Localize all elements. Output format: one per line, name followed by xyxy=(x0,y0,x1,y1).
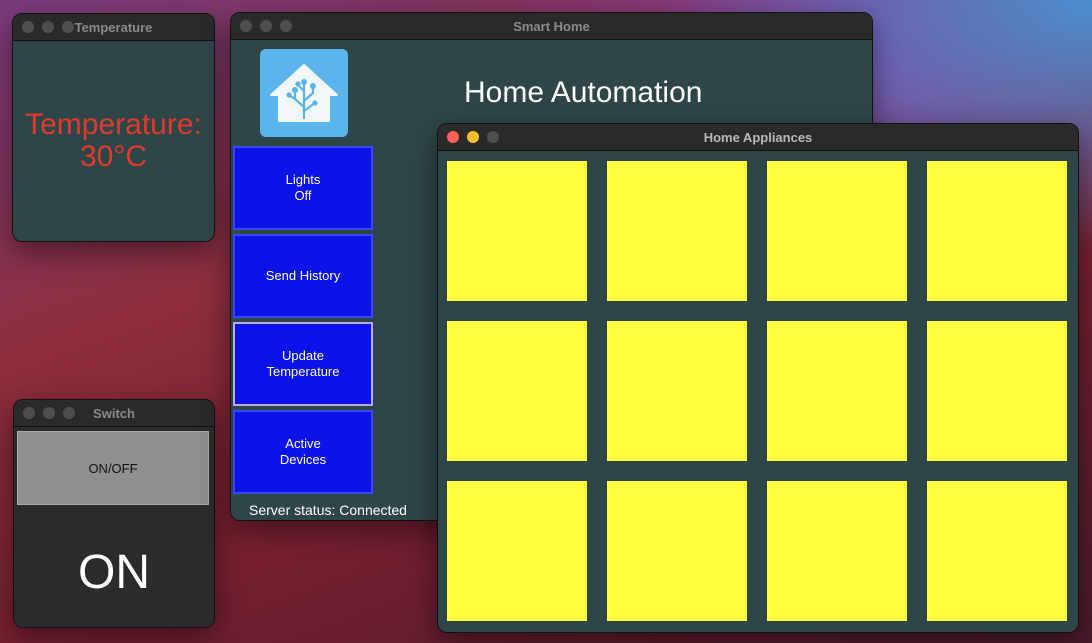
appliance-tile[interactable] xyxy=(447,161,587,301)
switch-content: ON/OFF ON xyxy=(14,427,214,627)
lights-toggle-button[interactable]: Lights Off xyxy=(233,146,373,230)
appliance-tile[interactable] xyxy=(447,321,587,461)
appliance-tile[interactable] xyxy=(767,321,907,461)
zoom-icon[interactable] xyxy=(63,407,75,419)
server-status: Server status: Connected xyxy=(249,502,407,518)
appliance-tile[interactable] xyxy=(607,161,747,301)
window-controls xyxy=(240,13,292,39)
update-temperature-button[interactable]: Update Temperature xyxy=(233,322,373,406)
close-icon[interactable] xyxy=(23,407,35,419)
active-devices-button[interactable]: Active Devices xyxy=(233,410,373,494)
minimize-icon[interactable] xyxy=(43,407,55,419)
window-title: Temperature xyxy=(74,19,153,35)
minimize-icon[interactable] xyxy=(260,20,272,32)
appliance-tile[interactable] xyxy=(927,321,1067,461)
page-title: Home Automation xyxy=(464,76,703,109)
zoom-icon[interactable] xyxy=(62,21,74,33)
appliance-tile[interactable] xyxy=(927,481,1067,621)
on-off-button[interactable]: ON/OFF xyxy=(17,431,209,505)
home-appliances-window: Home Appliances xyxy=(437,123,1079,633)
appliance-tile[interactable] xyxy=(447,481,587,621)
appliance-tile[interactable] xyxy=(607,321,747,461)
close-icon[interactable] xyxy=(447,131,459,143)
send-history-button[interactable]: Send History xyxy=(233,234,373,318)
zoom-icon[interactable] xyxy=(280,20,292,32)
minimize-icon[interactable] xyxy=(42,21,54,33)
window-controls xyxy=(23,400,75,426)
appliance-tile[interactable] xyxy=(767,161,907,301)
close-icon[interactable] xyxy=(22,21,34,33)
temperature-window: Temperature Temperature: 30°C xyxy=(12,13,215,242)
temperature-titlebar[interactable]: Temperature xyxy=(13,14,214,41)
appliance-tile[interactable] xyxy=(927,161,1067,301)
zoom-icon[interactable] xyxy=(487,131,499,143)
switch-titlebar[interactable]: Switch xyxy=(14,400,214,427)
appliance-tile[interactable] xyxy=(607,481,747,621)
window-controls xyxy=(22,14,74,40)
home-appliances-titlebar[interactable]: Home Appliances xyxy=(438,124,1078,151)
switch-state-label: ON xyxy=(78,546,150,599)
appliance-grid xyxy=(438,151,1078,632)
home-assistant-icon xyxy=(260,49,348,137)
smart-home-titlebar[interactable]: Smart Home xyxy=(231,13,872,40)
close-icon[interactable] xyxy=(240,20,252,32)
window-title: Home Appliances xyxy=(703,129,813,145)
switch-window: Switch ON/OFF ON xyxy=(13,399,215,628)
window-title: Switch xyxy=(93,405,135,421)
window-title: Smart Home xyxy=(513,18,590,34)
temperature-reading: Temperature: 30°C xyxy=(25,107,202,173)
temperature-content: Temperature: 30°C xyxy=(13,41,214,241)
appliance-tile[interactable] xyxy=(767,481,907,621)
window-controls xyxy=(447,124,499,150)
minimize-icon[interactable] xyxy=(467,131,479,143)
